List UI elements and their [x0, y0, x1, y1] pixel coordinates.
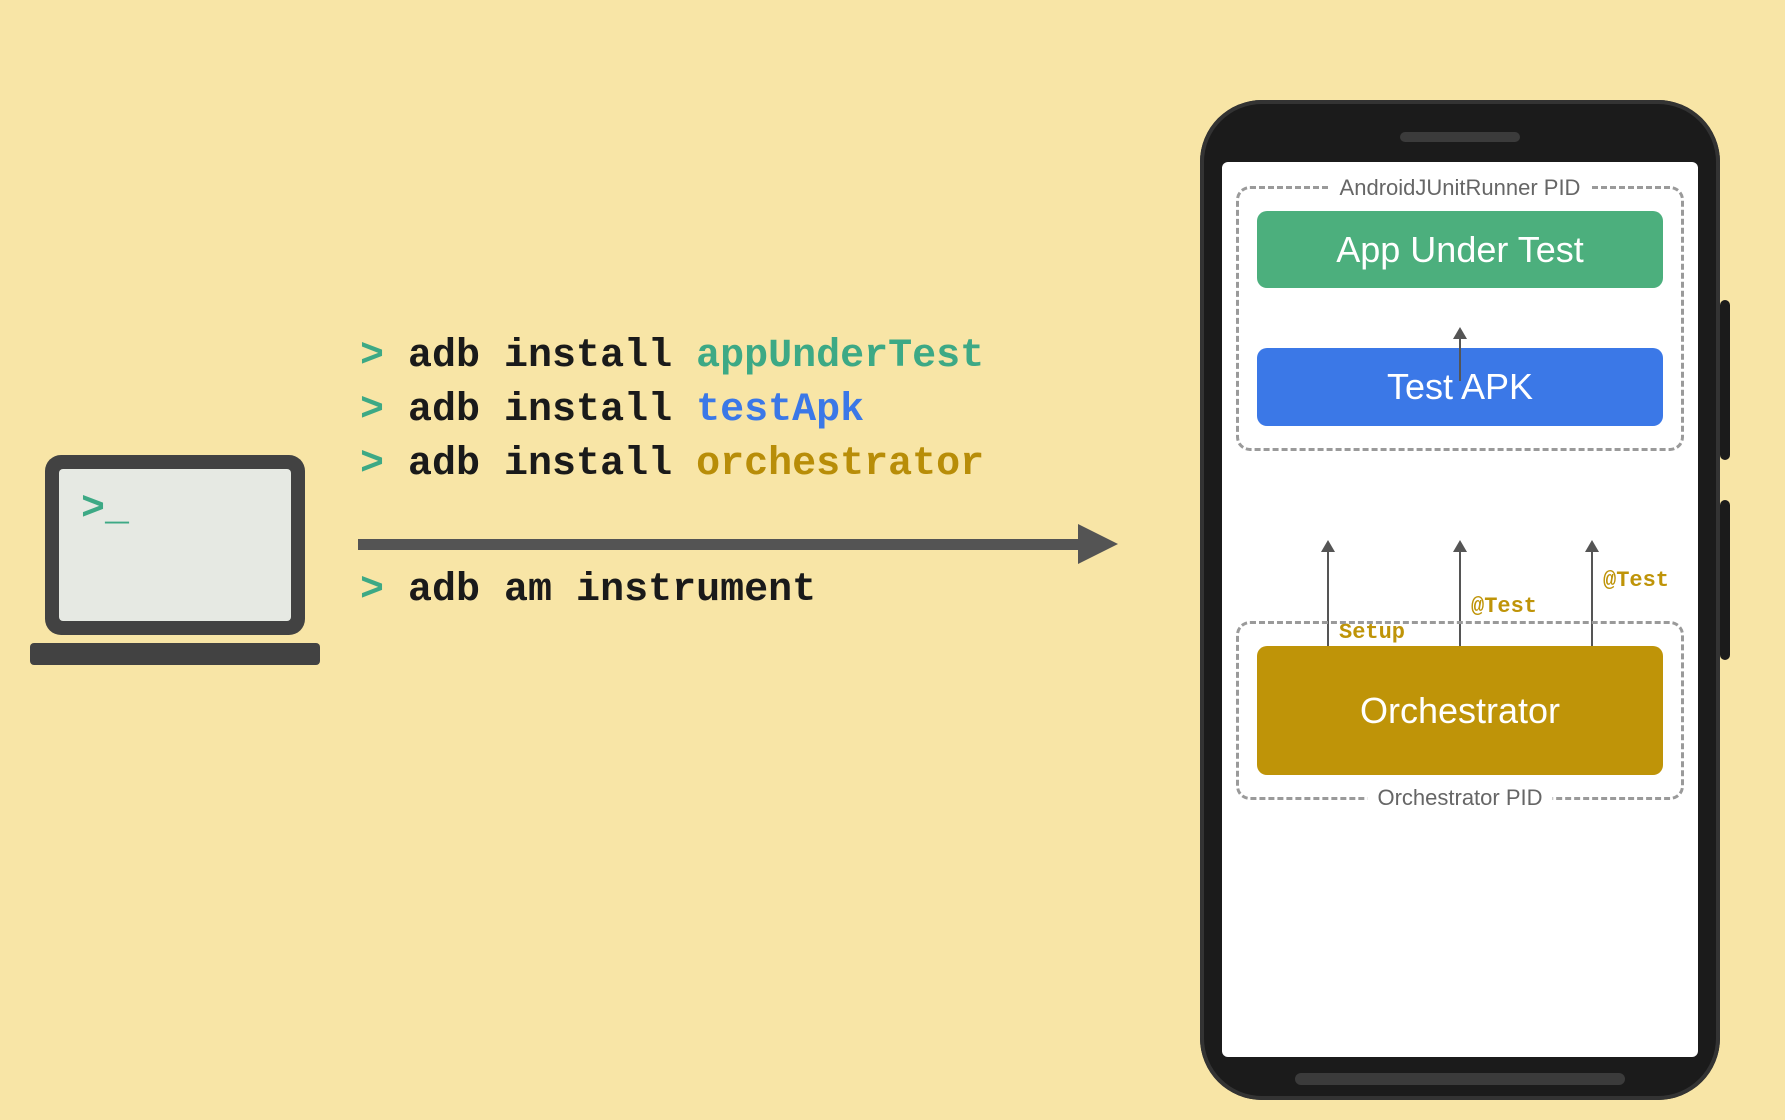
tile-orchestrator: Orchestrator [1257, 646, 1663, 775]
prompt: > [360, 568, 384, 613]
prompt: > [360, 442, 384, 487]
phone-device: AndroidJUnitRunner PID App Under Test Te… [1200, 100, 1720, 1100]
laptop-prompt: >_ [81, 487, 129, 532]
cmd-line-3: > adb install orchestrator [360, 438, 984, 492]
cmd-line-4: > adb am instrument [360, 568, 816, 613]
laptop-icon: >_ [30, 455, 320, 685]
junit-pid-label: AndroidJUnitRunner PID [1330, 175, 1591, 201]
arg-app-under-test: appUnderTest [696, 334, 984, 379]
phone-screen: AndroidJUnitRunner PID App Under Test Te… [1222, 162, 1698, 1057]
label-test: @Test [1603, 568, 1669, 593]
cmd-line-1: > adb install appUnderTest [360, 330, 984, 384]
orchestrator-pid-label: Orchestrator PID [1367, 785, 1552, 811]
commands-below: > adb am instrument [360, 568, 816, 613]
prompt: > [360, 334, 384, 379]
tile-app-under-test: App Under Test [1257, 211, 1663, 288]
phone-speaker [1400, 132, 1520, 142]
arg-orchestrator: orchestrator [696, 442, 984, 487]
junit-pid-box: AndroidJUnitRunner PID App Under Test Te… [1236, 186, 1684, 451]
cmd-text: adb install [408, 388, 672, 433]
cmd-text: adb install [408, 334, 672, 379]
laptop-screen: >_ [59, 469, 291, 621]
cmd-line-2: > adb install testApk [360, 384, 984, 438]
commands-block: > adb install appUnderTest > adb install… [360, 330, 984, 492]
phone-home-indicator [1295, 1073, 1625, 1085]
arg-test-apk: testApk [696, 388, 864, 433]
laptop-bezel: >_ [45, 455, 305, 635]
arrow-up-icon [1459, 337, 1461, 381]
flow-arrow [358, 524, 1118, 564]
orchestrator-pid-box: Orchestrator Orchestrator PID [1236, 621, 1684, 800]
cmd-instrument: adb am instrument [408, 568, 816, 613]
label-test: @Test [1471, 594, 1537, 619]
cmd-text: adb install [408, 442, 672, 487]
prompt: > [360, 388, 384, 433]
laptop-base [30, 643, 320, 665]
